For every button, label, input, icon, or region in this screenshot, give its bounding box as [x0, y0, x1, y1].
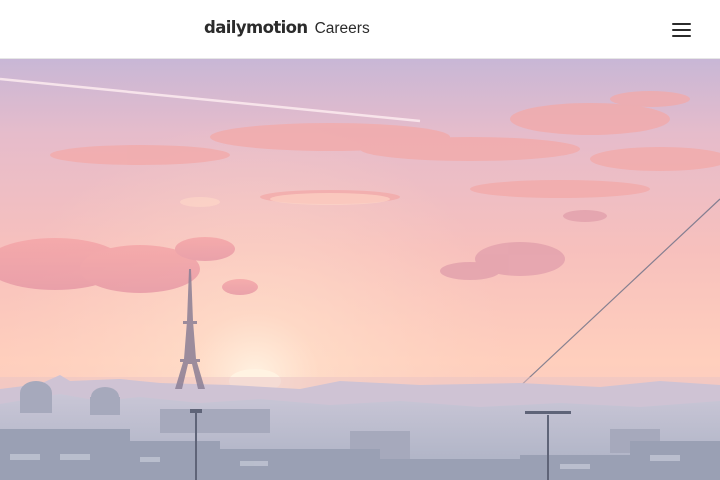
- menu-bar-bottom: [672, 35, 691, 37]
- hamburger-menu-icon[interactable]: [670, 20, 694, 40]
- site-header: dailymotion Careers: [0, 0, 720, 59]
- page: dailymotion Careers: [0, 0, 720, 480]
- careers-logo-link[interactable]: dailymotion Careers: [204, 18, 370, 42]
- hero-banner: [0, 59, 720, 480]
- hero-image: [0, 59, 720, 480]
- menu-bar-middle: [672, 29, 691, 31]
- logo-careers-label: Careers: [314, 20, 370, 37]
- menu-bar-top: [672, 23, 691, 25]
- logo-wordmark: dailymotion: [204, 18, 308, 37]
